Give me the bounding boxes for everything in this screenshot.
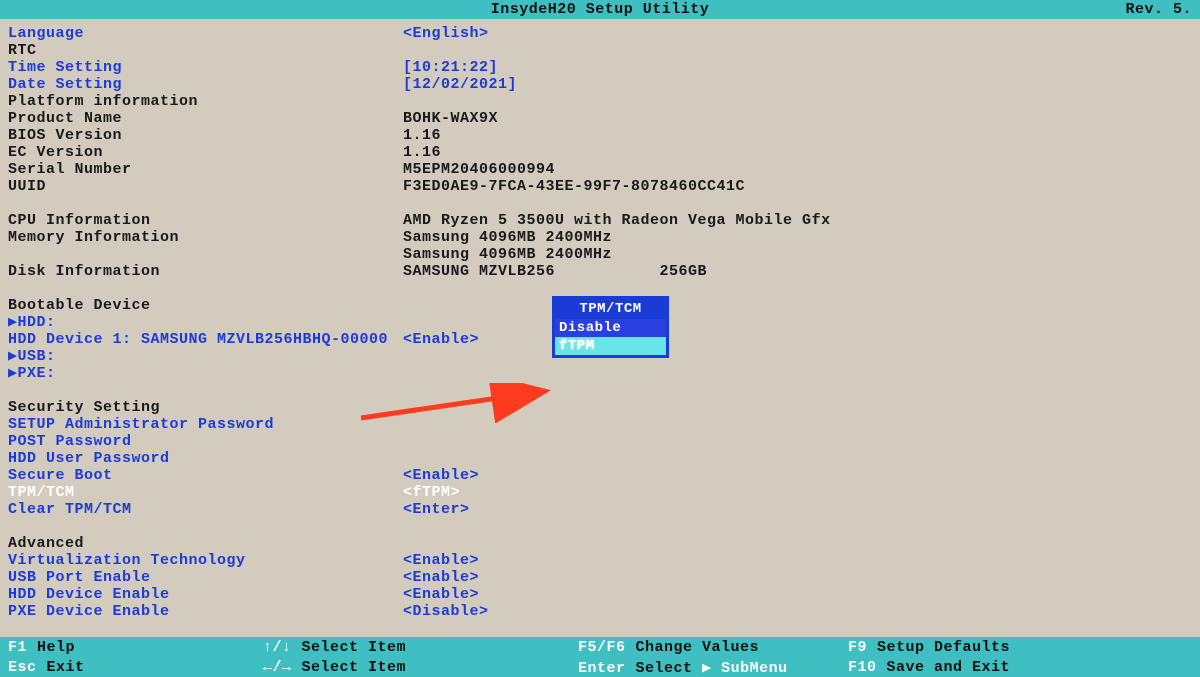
label-usb-port: USB Port Enable [8, 569, 403, 586]
value-hdd-en: <Enable> [403, 586, 1192, 603]
value-bios: 1.16 [403, 127, 1192, 144]
value-time: [10:21:22] [403, 59, 1192, 76]
label-advanced: Advanced [8, 535, 403, 552]
row-setup-password[interactable]: SETUP Administrator Password [8, 416, 1192, 433]
row-pxe-enable[interactable]: PXE Device Enable <Disable> [8, 603, 1192, 620]
label-clear-tpm: Clear TPM/TCM [8, 501, 403, 518]
value-language: <English> [403, 25, 1192, 42]
label-date: Date Setting [8, 76, 403, 93]
row-bios: BIOS Version 1.16 [8, 127, 1192, 144]
value-pxe-en: <Disable> [403, 603, 1192, 620]
label-mem: Memory Information [8, 229, 403, 246]
label-mem2 [8, 246, 403, 263]
footer-f5f6-change: F5/F6Change Values [570, 639, 840, 656]
value-cpu: AMD Ryzen 5 3500U with Radeon Vega Mobil… [403, 212, 1192, 229]
value-usb-port: <Enable> [403, 569, 1192, 586]
footer-f10-save: F10Save and Exit [840, 659, 1200, 676]
footer-updown-select: ↑/↓Select Item [255, 639, 570, 656]
footer-leftright-select: ←/→Select Item [255, 659, 570, 676]
label-bios: BIOS Version [8, 127, 403, 144]
row-hdd-enable[interactable]: HDD Device Enable <Enable> [8, 586, 1192, 603]
row-pxe[interactable]: ▶PXE: [8, 365, 1192, 382]
row-tpm-tcm[interactable]: TPM/TCM <fTPM> [8, 484, 1192, 501]
label-setup-pass: SETUP Administrator Password [8, 416, 403, 433]
label-time: Time Setting [8, 59, 403, 76]
row-disk: Disk Information SAMSUNG MZVLB256 256GB [8, 263, 1192, 280]
row-secure-boot[interactable]: Secure Boot <Enable> [8, 467, 1192, 484]
label-product: Product Name [8, 110, 403, 127]
value-mem1: Samsung 4096MB 2400MHz [403, 229, 1192, 246]
label-language: Language [8, 25, 403, 42]
label-hdd-pass: HDD User Password [8, 450, 403, 467]
label-post-pass: POST Password [8, 433, 403, 450]
row-post-password[interactable]: POST Password [8, 433, 1192, 450]
row-mem1: Memory Information Samsung 4096MB 2400MH… [8, 229, 1192, 246]
label-bootable: Bootable Device [8, 297, 403, 314]
value-rtc [403, 42, 1192, 59]
footer-help-bar: F1Help ↑/↓Select Item F5/F6Change Values… [0, 637, 1200, 677]
tpm-popup[interactable]: TPM/TCM Disable fTPM [553, 297, 668, 357]
footer-esc-exit: EscExit [0, 659, 255, 676]
label-rtc: RTC [8, 42, 403, 59]
row-clear-tpm[interactable]: Clear TPM/TCM <Enter> [8, 501, 1192, 518]
title-text: InsydeH20 Setup Utility [491, 1, 710, 18]
label-cpu: CPU Information [8, 212, 403, 229]
label-ec: EC Version [8, 144, 403, 161]
tpm-popup-option-ftpm[interactable]: fTPM [555, 337, 666, 355]
label-disk: Disk Information [8, 263, 403, 280]
label-pxe: ▶PXE: [8, 365, 403, 382]
value-hdd1: <Enable> [403, 331, 1192, 348]
label-hdd-en: HDD Device Enable [8, 586, 403, 603]
value-tpm: <fTPM> [403, 484, 1192, 501]
row-platform-header: Platform information [8, 93, 1192, 110]
row-language[interactable]: Language <English> [8, 25, 1192, 42]
value-virt: <Enable> [403, 552, 1192, 569]
label-serial: Serial Number [8, 161, 403, 178]
label-tpm: TPM/TCM [8, 484, 403, 501]
label-uuid: UUID [8, 178, 403, 195]
value-serial: M5EPM20406000994 [403, 161, 1192, 178]
value-clear-tpm: <Enter> [403, 501, 1192, 518]
label-pxe-en: PXE Device Enable [8, 603, 403, 620]
label-security: Security Setting [8, 399, 403, 416]
row-security-header: Security Setting [8, 399, 1192, 416]
value-mem2: Samsung 4096MB 2400MHz [403, 246, 1192, 263]
label-usb: ▶USB: [8, 348, 403, 365]
label-virt: Virtualization Technology [8, 552, 403, 569]
value-ec: 1.16 [403, 144, 1192, 161]
tpm-popup-title: TPM/TCM [555, 299, 666, 319]
row-uuid: UUID F3ED0AE9-7FCA-43EE-99F7-8078460CC41… [8, 178, 1192, 195]
value-secure-boot: <Enable> [403, 467, 1192, 484]
row-date[interactable]: Date Setting [12/02/2021] [8, 76, 1192, 93]
value-product: BOHK-WAX9X [403, 110, 1192, 127]
label-secure-boot: Secure Boot [8, 467, 403, 484]
value-disk: SAMSUNG MZVLB256 256GB [403, 263, 1192, 280]
row-cpu: CPU Information AMD Ryzen 5 3500U with R… [8, 212, 1192, 229]
value-uuid: F3ED0AE9-7FCA-43EE-99F7-8078460CC41C [403, 178, 1192, 195]
row-mem2: Samsung 4096MB 2400MHz [8, 246, 1192, 263]
title-bar: InsydeH20 Setup Utility Rev. 5. [0, 0, 1200, 19]
label-hdd: ▶HDD: [8, 314, 403, 331]
row-product: Product Name BOHK-WAX9X [8, 110, 1192, 127]
value-date: [12/02/2021] [403, 76, 1192, 93]
row-serial: Serial Number M5EPM20406000994 [8, 161, 1192, 178]
footer-f1-help: F1Help [0, 639, 255, 656]
row-virtualization[interactable]: Virtualization Technology <Enable> [8, 552, 1192, 569]
row-advanced-header: Advanced [8, 535, 1192, 552]
footer-enter-submenu: EnterSelect ▶ SubMenu [570, 658, 840, 677]
label-platform: Platform information [8, 93, 403, 110]
footer-f9-defaults: F9Setup Defaults [840, 639, 1200, 656]
row-hdd-password[interactable]: HDD User Password [8, 450, 1192, 467]
label-hdd1: HDD Device 1: SAMSUNG MZVLB256HBHQ-00000 [8, 331, 403, 348]
row-time[interactable]: Time Setting [10:21:22] [8, 59, 1192, 76]
row-ec: EC Version 1.16 [8, 144, 1192, 161]
revision-text: Rev. 5. [1125, 1, 1192, 18]
row-usb-port-enable[interactable]: USB Port Enable <Enable> [8, 569, 1192, 586]
row-rtc: RTC [8, 42, 1192, 59]
tpm-popup-option-disable[interactable]: Disable [555, 319, 666, 337]
